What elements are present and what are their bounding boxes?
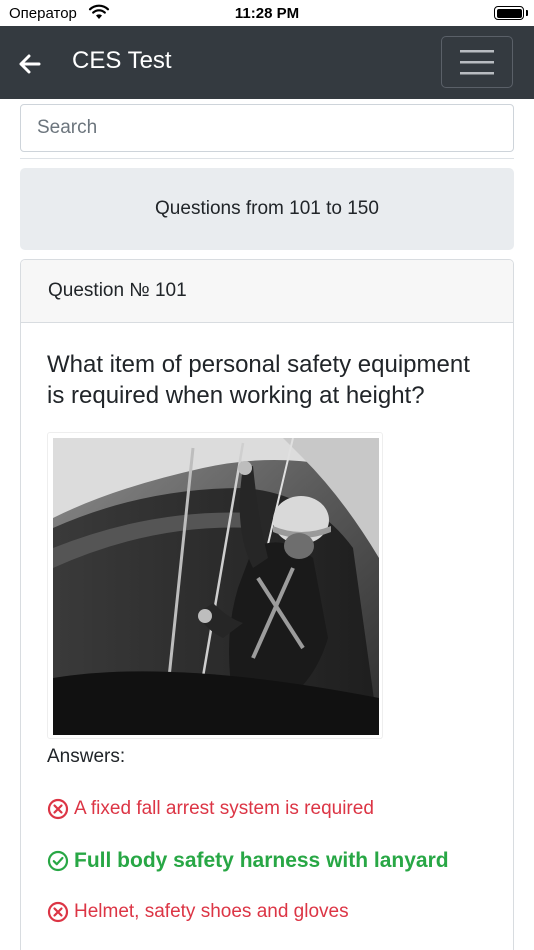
- search-input[interactable]: [20, 104, 514, 152]
- hamburger-icon: [460, 50, 494, 75]
- answer-option[interactable]: A fixed fall arrest system is required: [47, 798, 487, 820]
- status-time: 11:28 PM: [234, 5, 300, 22]
- answers-label: Answers:: [47, 746, 126, 767]
- answer-option[interactable]: Helmet, safety shoes and gloves: [47, 901, 487, 923]
- answer-text: Full body safety harness with lanyard: [74, 849, 449, 872]
- arrow-left-icon: [19, 54, 41, 74]
- status-bar: Оператор 11:28 PM: [0, 0, 534, 26]
- menu-toggle-button[interactable]: [441, 36, 513, 88]
- question-body: What item of personal safety equipment i…: [21, 323, 513, 923]
- worker-at-height-photo: [53, 437, 379, 736]
- question-header: Question № 101: [21, 260, 513, 323]
- question-number: Question № 101: [48, 280, 187, 301]
- battery-icon: [494, 6, 524, 20]
- question-range-label: Questions from 101 to 150: [155, 198, 379, 219]
- check-circle-icon: [47, 850, 69, 872]
- navbar: CES Test: [0, 26, 534, 99]
- question-text: What item of personal safety equipment i…: [47, 351, 470, 409]
- question-range-banner[interactable]: Questions from 101 to 150: [20, 168, 514, 250]
- answer-option-correct[interactable]: Full body safety harness with lanyard: [47, 849, 487, 873]
- x-circle-icon: [47, 798, 69, 820]
- answer-text: Helmet, safety shoes and gloves: [74, 901, 349, 922]
- battery-tip: [526, 10, 528, 16]
- divider: [20, 158, 514, 159]
- back-button[interactable]: [14, 48, 46, 80]
- answer-text: A fixed fall arrest system is required: [74, 798, 374, 819]
- question-card: Question № 101 What item of personal saf…: [20, 259, 514, 950]
- question-image: [47, 432, 383, 739]
- x-circle-icon: [47, 901, 69, 923]
- page-title: CES Test: [72, 47, 172, 74]
